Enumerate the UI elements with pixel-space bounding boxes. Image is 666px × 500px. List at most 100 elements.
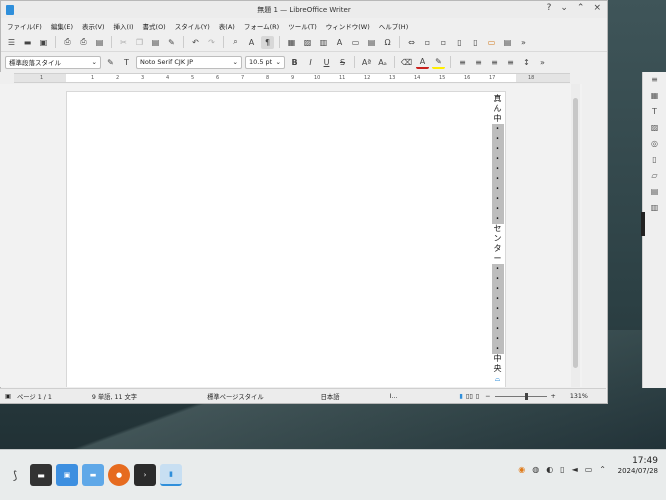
network-icon[interactable]: ▭	[585, 465, 593, 474]
menu-form[interactable]: フォーム(R)	[244, 21, 279, 31]
page-icon[interactable]: T	[649, 106, 660, 117]
accessibility-icon[interactable]: ▥	[649, 202, 660, 213]
font-name-select[interactable]: Noto Serif CJK JP ⌄	[136, 55, 242, 69]
superscript-icon[interactable]: Aª	[360, 56, 373, 69]
track-changes-icon[interactable]: ▤	[501, 36, 514, 49]
manage-changes-icon[interactable]: ▱	[649, 170, 660, 181]
highlight-color-icon[interactable]: ✎	[432, 56, 445, 69]
insert-page-break-icon[interactable]: ▭	[349, 36, 362, 49]
update-style-icon[interactable]: ✎	[104, 56, 117, 69]
minimize-icon[interactable]: ⌄	[560, 3, 568, 13]
sidebar-collapse-handle[interactable]	[641, 212, 645, 236]
menu-window[interactable]: ウィンドウ(W)	[326, 21, 370, 31]
print-icon[interactable]: ⎙	[77, 36, 90, 49]
zoom-level[interactable]: 131%	[570, 393, 588, 400]
document-area[interactable]: 真 ん 中 ・ ・ ・ ・ ・ ・ ・ ・ ・ ・ セ ン タ ー ・ ・ ・ …	[0, 84, 582, 387]
redo-icon[interactable]: ↷	[205, 36, 218, 49]
print-preview-icon[interactable]: ▤	[93, 36, 106, 49]
text-language[interactable]: 日本語	[321, 392, 340, 401]
underline-icon[interactable]: U	[320, 56, 333, 69]
volume-icon[interactable]: ◄	[572, 465, 578, 474]
hyperlink-icon[interactable]: ⇔	[405, 36, 418, 49]
toolbar-overflow-icon[interactable]: »	[536, 56, 549, 69]
menu-table[interactable]: 表(A)	[219, 21, 235, 31]
document-page[interactable]: 真 ん 中 ・ ・ ・ ・ ・ ・ ・ ・ ・ ・ セ ン タ ー ・ ・ ・ …	[66, 91, 506, 387]
menu-edit[interactable]: 編集(E)	[51, 21, 73, 31]
styles-icon[interactable]: ▨	[649, 122, 660, 133]
zoom-slider-thumb[interactable]	[524, 392, 528, 400]
new-style-icon[interactable]: T	[120, 56, 133, 69]
comment-icon[interactable]: ▭	[485, 36, 498, 49]
open-folder-icon[interactable]: ▬	[21, 36, 34, 49]
updates-icon[interactable]: ◍	[532, 465, 539, 474]
formatting-marks-icon[interactable]: ¶	[261, 35, 274, 49]
konsole-icon[interactable]: ›	[134, 464, 156, 486]
align-right-icon[interactable]: ≡	[488, 56, 501, 69]
footnote-icon[interactable]: ▫	[421, 36, 434, 49]
menu-insert[interactable]: 挿入(I)	[114, 21, 134, 31]
zoom-in-icon[interactable]: +	[551, 393, 556, 400]
horizontal-ruler[interactable]: 1 1 2 3 4 5 6 7 8 9 10 11 12 13 14 15 16…	[14, 73, 570, 83]
gallery-icon[interactable]: ◎	[649, 138, 660, 149]
insert-field-icon[interactable]: ▤	[365, 36, 378, 49]
sidebar-menu-icon[interactable]: ≡	[649, 74, 660, 85]
cross-reference-icon[interactable]: ▯	[469, 36, 482, 49]
bookmark-icon[interactable]: ▯	[453, 36, 466, 49]
zoom-out-icon[interactable]: −	[485, 393, 490, 400]
line-spacing-icon[interactable]: ↕	[520, 56, 533, 69]
close-icon[interactable]: ×	[593, 3, 601, 13]
subscript-icon[interactable]: Aₐ	[376, 56, 389, 69]
menu-format[interactable]: 書式(O)	[143, 21, 166, 31]
align-left-icon[interactable]: ≡	[456, 56, 469, 69]
vertical-text-column[interactable]: 真 ん 中 ・ ・ ・ ・ ・ ・ ・ ・ ・ ・ セ ン タ ー ・ ・ ・ …	[491, 94, 504, 384]
properties-icon[interactable]: ▦	[649, 90, 660, 101]
firefox-icon[interactable]: ●	[108, 464, 130, 486]
page-style[interactable]: 標準ページスタイル	[207, 392, 264, 401]
terminal-app-icon[interactable]: ▬	[30, 464, 52, 486]
zoom-slider[interactable]	[494, 392, 547, 400]
paragraph-style-select[interactable]: 標準段落スタイル ⌄	[5, 55, 101, 69]
special-character-icon[interactable]: Ω	[381, 36, 394, 49]
menu-styles[interactable]: スタイル(Y)	[175, 21, 210, 31]
endnote-icon[interactable]: ▫	[437, 36, 450, 49]
scrollbar-thumb[interactable]	[573, 98, 578, 368]
cut-icon[interactable]: ✂	[117, 36, 130, 49]
book-view-icon[interactable]: ▯	[476, 393, 479, 400]
file-manager-icon[interactable]: ▬	[82, 464, 104, 486]
discover-app-icon[interactable]: ▣	[56, 464, 78, 486]
toolbar-overflow-icon[interactable]: »	[517, 36, 530, 49]
new-document-icon[interactable]: ☰	[5, 36, 18, 49]
insert-chart-icon[interactable]: ▥	[317, 36, 330, 49]
audio-icon[interactable]: ◐	[546, 465, 553, 474]
undo-icon[interactable]: ↶	[189, 36, 202, 49]
paste-icon[interactable]: ▤	[149, 36, 162, 49]
help-icon[interactable]: ?	[547, 3, 552, 13]
rss-icon[interactable]: ◉	[518, 465, 525, 474]
font-size-select[interactable]: 10.5 pt ⌄	[245, 55, 285, 69]
application-launcher-icon[interactable]: ⟆	[4, 464, 26, 486]
find-replace-icon[interactable]: ⌕	[229, 36, 242, 49]
insert-textbox-icon[interactable]: A	[333, 36, 346, 49]
clock[interactable]: 17:49 2024/07/28	[618, 456, 658, 476]
font-color-icon[interactable]: A	[416, 56, 429, 69]
clone-formatting-icon[interactable]: ✎	[165, 36, 178, 49]
copy-icon[interactable]: ❐	[133, 36, 146, 49]
multi-page-view-icon[interactable]: ▯▯	[466, 393, 473, 400]
single-page-view-icon[interactable]: ▮	[459, 393, 462, 400]
title-bar[interactable]: 無題 1 — LibreOffice Writer ? ⌄ ⌃ ×	[1, 1, 607, 18]
design-icon[interactable]: ▤	[649, 186, 660, 197]
writer-taskbar-icon[interactable]: ▮	[160, 464, 182, 486]
menu-file[interactable]: ファイル(F)	[7, 21, 42, 31]
vertical-scrollbar[interactable]	[571, 84, 580, 387]
bold-icon[interactable]: B	[288, 56, 301, 69]
tray-expand-icon[interactable]: ⌃	[599, 465, 606, 474]
export-pdf-icon[interactable]: ⎙	[61, 36, 74, 49]
navigator-icon[interactable]: ▯	[649, 154, 660, 165]
word-count[interactable]: 9 単語, 11 文字	[92, 392, 137, 401]
clipboard-icon[interactable]: ▯	[560, 465, 564, 474]
strikethrough-icon[interactable]: S	[336, 56, 349, 69]
menu-help[interactable]: ヘルプ(H)	[379, 21, 408, 31]
clear-formatting-icon[interactable]: ⌫	[400, 56, 413, 69]
maximize-icon[interactable]: ⌃	[577, 3, 585, 13]
spelling-icon[interactable]: A	[245, 36, 258, 49]
